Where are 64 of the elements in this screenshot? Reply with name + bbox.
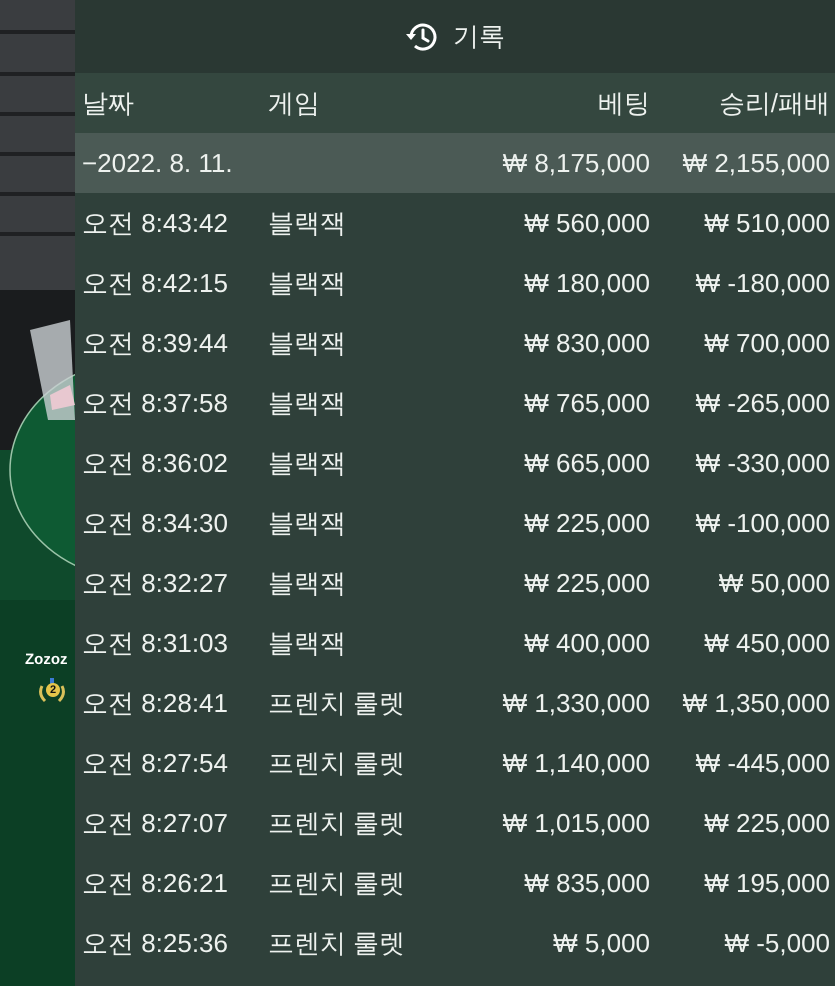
date-group-row[interactable]: −2022. 8. 11. ₩ 8,175,000 ₩ 2,155,000 <box>75 133 835 193</box>
bet-cell-text: ₩ 560,000 <box>523 208 650 238</box>
result-cell-text: ₩ -100,000 <box>694 508 830 538</box>
result-cell-text: ₩ 450,000 <box>703 628 830 658</box>
bet-cell-text: ₩ 1,330,000 <box>502 688 650 718</box>
time-cell-text: 오전 8:27:54 <box>82 746 229 780</box>
game-cell-text: 블랙잭 <box>268 266 347 300</box>
time-cell-text: 오전 8:32:27 <box>82 566 229 600</box>
bet-cell-text: ₩ 835,000 <box>523 868 650 898</box>
result-cell-text: ₩ -180,000 <box>694 268 830 298</box>
panel-title: 기록 <box>453 20 505 53</box>
bet-cell-text: ₩ 5,000 <box>552 928 650 958</box>
result-cell-text: ₩ 225,000 <box>703 808 830 838</box>
bet-cell-text: ₩ 1,015,000 <box>502 808 650 838</box>
bet-cell-text: ₩ 180,000 <box>523 268 650 298</box>
time-cell-text: 오전 8:37:58 <box>82 386 229 420</box>
column-header: 게임 <box>268 86 321 120</box>
column-header: 베팅 <box>597 86 650 120</box>
result-cell-text: ₩ -265,000 <box>694 388 830 418</box>
bet-cell-text: ₩ 225,000 <box>523 568 650 598</box>
laurel-icon <box>37 678 67 704</box>
group-date: −2022. 8. 11. <box>82 148 234 178</box>
game-cell-text: 프렌치 룰렛 <box>268 746 406 780</box>
time-cell-text: 오전 8:31:03 <box>82 626 229 660</box>
time-cell-text: 오전 8:25:36 <box>82 926 229 960</box>
column-header: 날짜 <box>82 86 135 120</box>
bet-cell-text: ₩ 225,000 <box>523 508 650 538</box>
game-cell-text: 프렌치 룰렛 <box>268 806 406 840</box>
game-cell-text: 블랙잭 <box>268 626 347 660</box>
game-cell-text: 블랙잭 <box>268 386 347 420</box>
time-cell-text: 오전 8:42:15 <box>82 266 229 300</box>
time-cell-text: 오전 8:26:21 <box>82 866 229 900</box>
time-cell-text: 오전 8:36:02 <box>82 446 229 480</box>
result-cell-text: ₩ 1,350,000 <box>682 688 830 718</box>
time-cell-text: 오전 8:28:41 <box>82 686 229 720</box>
game-cell-text: 프렌치 룰렛 <box>268 866 406 900</box>
result-cell-text: ₩ 700,000 <box>703 328 830 358</box>
result-cell-text: ₩ -5,000 <box>724 928 830 958</box>
group-result-total: ₩ 2,155,000 <box>682 148 830 178</box>
game-cell-text: 블랙잭 <box>268 506 347 540</box>
time-cell-text: 오전 8:43:42 <box>82 206 229 240</box>
bet-cell-text: ₩ 765,000 <box>523 388 650 418</box>
result-cell-text: ₩ -445,000 <box>694 748 830 778</box>
game-cell-text: 블랙잭 <box>268 446 347 480</box>
result-cell-text: ₩ 195,000 <box>703 868 830 898</box>
bet-cell-text: ₩ 830,000 <box>523 328 650 358</box>
result-cell-text: ₩ -330,000 <box>694 448 830 478</box>
bet-cell-text: ₩ 665,000 <box>523 448 650 478</box>
group-bet-total: ₩ 8,175,000 <box>502 148 650 178</box>
bet-cell-text: ₩ 400,000 <box>523 628 650 658</box>
game-cell-text: 프렌치 룰렛 <box>268 926 406 960</box>
game-cell-text: 프렌치 룰렛 <box>268 686 406 720</box>
bet-cell-text: ₩ 1,140,000 <box>502 748 650 778</box>
game-cell-text: 블랙잭 <box>268 566 347 600</box>
game-cell-text: 블랙잭 <box>268 206 347 240</box>
result-cell-text: ₩ 50,000 <box>718 568 830 598</box>
player-name: Zozoz <box>25 651 68 668</box>
history-icon <box>405 20 439 52</box>
time-cell-text: 오전 8:27:07 <box>82 806 229 840</box>
column-header: 승리/패배 <box>718 86 830 120</box>
result-cell-text: ₩ 510,000 <box>703 208 830 238</box>
time-cell-text: 오전 8:39:44 <box>82 326 229 360</box>
time-cell-text: 오전 8:34:30 <box>82 506 229 540</box>
game-cell-text: 블랙잭 <box>268 326 347 360</box>
